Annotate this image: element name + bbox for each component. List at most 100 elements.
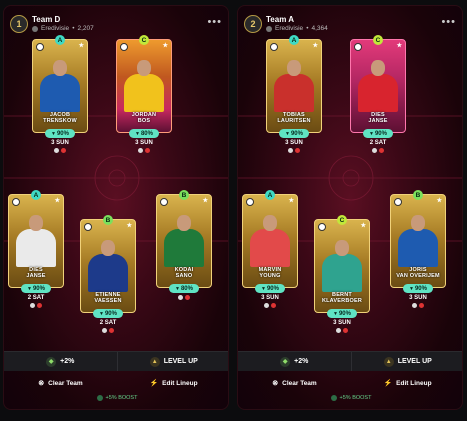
game-status: 2 SAT — [27, 295, 45, 301]
team-count: 4,364 — [311, 25, 328, 32]
player-card[interactable]: ★ KODAI SANO — [156, 194, 212, 288]
home-club-icon — [412, 303, 417, 308]
score-percent: 90% — [414, 285, 427, 292]
boost-icon: ◆ — [280, 356, 291, 367]
fixture-row — [390, 303, 446, 308]
lightning-icon: ⚡ — [149, 380, 159, 387]
player-name: DIES JANSE — [9, 267, 63, 279]
away-club-icon — [37, 303, 42, 308]
fixture-row — [8, 303, 64, 308]
player-card-slot[interactable]: A ★ DIES JANSE ▼ 90% 2 SAT — [8, 190, 64, 308]
rarity-badge: C — [337, 215, 347, 225]
rarity-badge: A — [265, 190, 275, 200]
player-card[interactable]: ★ MARVIN YOUNG — [242, 194, 298, 288]
card-number: ★ — [396, 43, 402, 49]
player-photo — [274, 58, 314, 112]
card-number: ★ — [202, 198, 208, 204]
player-last-name: VAESSEN — [94, 298, 122, 304]
club-crest-icon — [160, 198, 168, 206]
club-crest-icon — [270, 43, 278, 51]
team-count: 2,207 — [77, 25, 94, 32]
player-card[interactable]: ★ DIES JANSE — [350, 39, 406, 133]
fixture-row — [242, 303, 298, 308]
more-dots-icon[interactable]: ••• — [207, 16, 222, 28]
player-card-slot[interactable]: A ★ TOBIAS LAURITSEN ▼ 90% 3 SUN — [266, 35, 322, 153]
rarity-badge: B — [103, 215, 113, 225]
score-percent: 80% — [180, 285, 193, 292]
player-card-slot[interactable]: B ★ KODAI SANO ▼ 80% — [156, 190, 212, 300]
player-card-slot[interactable]: C ★ DIES JANSE ▼ 90% 2 SAT — [350, 35, 406, 153]
boost-percent-cell[interactable]: ◆ +2% — [4, 352, 117, 371]
home-club-icon — [102, 328, 107, 333]
team-logo: 2 — [244, 15, 262, 33]
boost-small-icon — [330, 395, 337, 401]
player-name: KODAI SANO — [157, 267, 211, 279]
home-club-icon — [178, 295, 183, 300]
away-club-icon — [271, 303, 276, 308]
player-card[interactable]: ★ JACOB TRENSKOW — [32, 39, 88, 133]
player-name: JORDAN BOS — [117, 112, 171, 124]
player-card-slot[interactable]: B ★ JORIS VAN OVERIJEM ▼ 90% 3 SUN — [390, 190, 446, 308]
score-percent: 90% — [338, 310, 351, 317]
player-photo — [88, 238, 128, 292]
player-card[interactable]: ★ JORDAN BOS — [116, 39, 172, 133]
player-photo — [322, 238, 362, 292]
clear-team-button[interactable]: ⊗ Clear Team — [238, 375, 351, 391]
team-name[interactable]: Team A — [266, 15, 328, 24]
home-club-icon — [264, 303, 269, 308]
player-photo — [398, 213, 438, 267]
score-percent-badge: ▼ 90% — [403, 284, 433, 293]
league-row: Eredivisie • 2,207 — [32, 24, 94, 33]
boost-bar: ◆ +2% ▲ LEVEL UP — [4, 351, 229, 371]
trend-arrow-icon: ▼ — [285, 130, 290, 137]
boost-percent: +2% — [294, 358, 309, 365]
player-name: JACOB TRENSKOW — [33, 112, 87, 124]
edit-lineup-label: Edit Lineup — [396, 379, 432, 387]
player-last-name: BOS — [137, 118, 151, 124]
player-photo — [358, 58, 398, 112]
clear-team-button[interactable]: ⊗ Clear Team — [4, 375, 117, 391]
game-status: 3 SUN — [333, 320, 351, 326]
eredivisie-icon — [32, 25, 38, 32]
more-dots-icon[interactable]: ••• — [441, 16, 456, 28]
boost-small-icon — [96, 395, 103, 401]
player-card-slot[interactable]: C ★ BERNT KLAVERBOER ▼ 90% 3 SUN — [314, 215, 370, 333]
card-number: ★ — [436, 198, 442, 204]
player-photo — [164, 213, 204, 267]
edit-lineup-button[interactable]: ⚡ Edit Lineup — [117, 375, 228, 391]
boost-percent-cell[interactable]: ◆ +2% — [238, 352, 351, 371]
fixture-row — [314, 328, 370, 333]
player-card-slot[interactable]: A ★ MARVIN YOUNG ▼ 90% 3 SUN — [242, 190, 298, 308]
player-card-slot[interactable]: B ★ ETIENNE VAESSEN ▼ 90% 2 SAT — [80, 215, 136, 333]
player-card[interactable]: ★ ETIENNE VAESSEN — [80, 219, 136, 313]
player-card[interactable]: ★ BERNT KLAVERBOER — [314, 219, 370, 313]
rarity-badge: B — [413, 190, 423, 200]
player-card[interactable]: ★ DIES JANSE — [8, 194, 64, 288]
player-card-slot[interactable]: C ★ JORDAN BOS ▼ 80% 3 SUN — [116, 35, 172, 153]
club-crest-icon — [354, 43, 362, 51]
edit-lineup-button[interactable]: ⚡ Edit Lineup — [351, 375, 462, 391]
score-percent-badge: ▼ 90% — [363, 129, 393, 138]
card-number: ★ — [162, 43, 168, 49]
score-percent: 90% — [266, 285, 279, 292]
level-up-button[interactable]: ▲ LEVEL UP — [350, 352, 463, 371]
away-club-icon — [185, 295, 190, 300]
club-crest-icon — [394, 198, 402, 206]
home-club-icon — [336, 328, 341, 333]
home-club-icon — [372, 148, 377, 153]
level-up-label: LEVEL UP — [163, 358, 198, 365]
player-card[interactable]: ★ TOBIAS LAURITSEN — [266, 39, 322, 133]
away-club-icon — [109, 328, 114, 333]
score-percent-badge: ▼ 80% — [129, 129, 159, 138]
player-card-slot[interactable]: A ★ JACOB TRENSKOW ▼ 90% 3 SUN — [32, 35, 88, 153]
team-name[interactable]: Team D — [32, 15, 94, 24]
rarity-badge: C — [139, 35, 149, 45]
level-up-button[interactable]: ▲ LEVEL UP — [116, 352, 229, 371]
close-circle-icon: ⊗ — [38, 380, 45, 387]
team-logo: 1 — [10, 15, 28, 33]
score-percent: 90% — [374, 130, 387, 137]
player-card[interactable]: ★ JORIS VAN OVERIJEM — [390, 194, 446, 288]
separator-dot: • — [72, 25, 75, 32]
player-last-name: JANSE — [26, 273, 46, 279]
player-photo — [124, 58, 164, 112]
